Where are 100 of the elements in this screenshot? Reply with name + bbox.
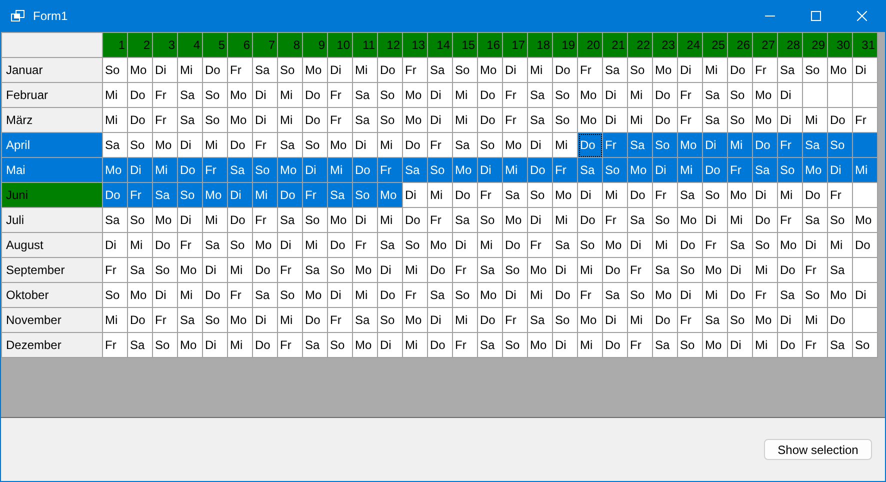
day-cell[interactable]: Mi — [528, 282, 552, 308]
column-header[interactable]: 21 — [602, 32, 628, 58]
column-header[interactable]: 3 — [152, 32, 178, 58]
day-cell[interactable]: Fr — [778, 132, 802, 158]
day-cell[interactable]: So — [752, 232, 778, 258]
day-cell[interactable]: So — [328, 258, 352, 282]
day-cell[interactable]: So — [178, 182, 202, 208]
column-header[interactable]: 12 — [378, 32, 402, 58]
day-cell[interactable]: Di — [428, 108, 452, 132]
day-cell[interactable]: Fr — [652, 182, 678, 208]
day-cell[interactable]: Mi — [152, 158, 178, 182]
day-cell[interactable]: Sa — [252, 58, 278, 82]
day-cell[interactable]: Fr — [502, 108, 528, 132]
day-cell[interactable]: Di — [552, 332, 578, 358]
day-cell[interactable]: Di — [328, 282, 352, 308]
day-cell[interactable]: Do — [652, 82, 678, 108]
day-cell[interactable]: Mi — [328, 158, 352, 182]
day-cell[interactable]: So — [628, 58, 652, 82]
day-cell[interactable]: Do — [752, 132, 778, 158]
day-cell[interactable]: Mi — [278, 108, 302, 132]
day-cell[interactable]: Fr — [128, 182, 152, 208]
day-cell[interactable]: So — [702, 182, 728, 208]
day-cell[interactable]: So — [728, 82, 752, 108]
day-cell[interactable]: Di — [252, 108, 278, 132]
day-cell[interactable]: So — [552, 82, 578, 108]
day-cell[interactable]: Sa — [602, 282, 628, 308]
day-cell[interactable]: Fr — [428, 132, 452, 158]
day-cell[interactable]: Fr — [152, 308, 178, 332]
day-cell[interactable]: Sa — [302, 258, 328, 282]
day-cell[interactable]: Do — [552, 58, 578, 82]
day-cell[interactable] — [852, 308, 878, 332]
day-cell[interactable]: So — [502, 332, 528, 358]
day-cell[interactable]: Sa — [178, 82, 202, 108]
day-cell[interactable]: Fr — [528, 232, 552, 258]
day-cell[interactable]: Do — [228, 208, 252, 232]
day-cell[interactable]: Fr — [452, 332, 478, 358]
day-cell[interactable]: Fr — [602, 132, 628, 158]
day-cell[interactable]: Fr — [428, 208, 452, 232]
day-cell[interactable]: Fr — [202, 158, 228, 182]
column-header[interactable]: 2 — [128, 32, 152, 58]
row-header[interactable]: Juni — [2, 182, 102, 208]
day-cell[interactable]: Fr — [752, 58, 778, 82]
day-cell[interactable]: Di — [678, 58, 702, 82]
day-cell[interactable]: So — [402, 232, 428, 258]
day-cell[interactable]: Do — [478, 308, 502, 332]
row-header[interactable]: April — [2, 132, 102, 158]
column-header[interactable]: 30 — [828, 32, 852, 58]
day-cell[interactable]: Fr — [302, 182, 328, 208]
day-cell[interactable]: Di — [852, 282, 878, 308]
day-cell[interactable]: So — [152, 258, 178, 282]
day-cell[interactable]: Fr — [252, 132, 278, 158]
day-cell[interactable]: Mi — [278, 82, 302, 108]
day-cell[interactable]: Di — [852, 58, 878, 82]
day-cell[interactable]: Do — [628, 182, 652, 208]
day-cell[interactable]: Di — [528, 132, 552, 158]
day-cell[interactable]: Sa — [478, 332, 502, 358]
day-cell[interactable]: Di — [578, 182, 602, 208]
day-cell[interactable]: Sa — [278, 208, 302, 232]
day-cell[interactable]: Do — [602, 332, 628, 358]
day-cell[interactable]: Sa — [528, 108, 552, 132]
day-cell[interactable]: Mo — [252, 232, 278, 258]
day-cell[interactable]: Di — [828, 158, 852, 182]
day-cell[interactable]: Mi — [628, 308, 652, 332]
day-cell[interactable]: Mi — [652, 232, 678, 258]
day-cell[interactable]: Mo — [128, 282, 152, 308]
day-cell[interactable]: So — [852, 332, 878, 358]
day-cell[interactable]: Mo — [452, 158, 478, 182]
day-cell[interactable]: Mi — [252, 182, 278, 208]
day-cell[interactable]: Sa — [178, 308, 202, 332]
day-cell[interactable]: Mi — [178, 282, 202, 308]
day-cell[interactable]: Fr — [678, 108, 702, 132]
day-cell[interactable]: Sa — [502, 182, 528, 208]
day-cell[interactable]: Sa — [652, 332, 678, 358]
day-cell[interactable]: Fr — [402, 58, 428, 82]
day-cell[interactable]: Di — [178, 132, 202, 158]
day-cell[interactable]: Sa — [628, 132, 652, 158]
day-cell[interactable]: Sa — [702, 308, 728, 332]
day-cell[interactable]: Mo — [228, 108, 252, 132]
day-cell[interactable]: Mi — [178, 58, 202, 82]
day-cell[interactable]: Do — [302, 82, 328, 108]
column-header[interactable]: 4 — [178, 32, 202, 58]
day-cell[interactable]: Do — [802, 182, 828, 208]
day-cell[interactable]: Di — [752, 182, 778, 208]
day-cell[interactable]: Mo — [402, 82, 428, 108]
day-cell[interactable]: Mo — [702, 258, 728, 282]
day-cell[interactable]: Di — [702, 132, 728, 158]
row-header[interactable]: Juli — [2, 208, 102, 232]
day-cell[interactable]: So — [128, 208, 152, 232]
day-cell[interactable]: Fr — [152, 108, 178, 132]
day-cell[interactable]: So — [628, 282, 652, 308]
day-cell[interactable]: Mi — [202, 208, 228, 232]
day-cell[interactable]: Sa — [352, 108, 378, 132]
day-cell[interactable]: Do — [428, 332, 452, 358]
day-cell[interactable]: Sa — [352, 82, 378, 108]
day-cell[interactable]: Do — [302, 108, 328, 132]
day-cell[interactable]: Sa — [802, 132, 828, 158]
day-cell[interactable]: Fr — [828, 182, 852, 208]
day-cell[interactable]: Sa — [152, 182, 178, 208]
day-cell[interactable]: Mi — [528, 58, 552, 82]
day-cell[interactable]: Do — [652, 308, 678, 332]
